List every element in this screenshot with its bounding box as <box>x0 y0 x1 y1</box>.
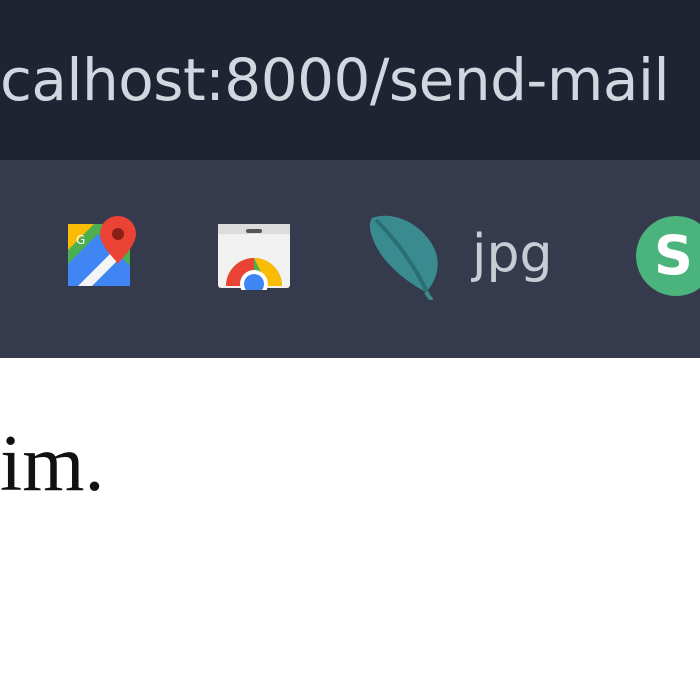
bookmark-s[interactable]: S <box>636 216 700 296</box>
svg-text:G: G <box>76 233 85 247</box>
bookmark-label-jpg[interactable]: jpg <box>472 222 552 286</box>
chrome-web-store-icon <box>218 224 290 298</box>
bookmark-chrome-web-store[interactable] <box>216 222 292 298</box>
bookmark-google-maps[interactable]: G <box>64 214 140 290</box>
s-circle-icon: S <box>654 224 693 287</box>
bookmarks-bar: G jpg S <box>0 160 700 358</box>
google-maps-icon: G <box>68 216 136 286</box>
url-text[interactable]: calhost:8000/send-mail <box>0 38 670 122</box>
page-text: im. <box>0 420 105 508</box>
page-content: im. <box>0 358 700 700</box>
address-bar[interactable]: calhost:8000/send-mail <box>0 0 700 160</box>
browser-window: calhost:8000/send-mail G jpg S im. <box>0 0 700 700</box>
bookmark-feather[interactable] <box>366 210 448 302</box>
feather-icon <box>369 215 438 302</box>
